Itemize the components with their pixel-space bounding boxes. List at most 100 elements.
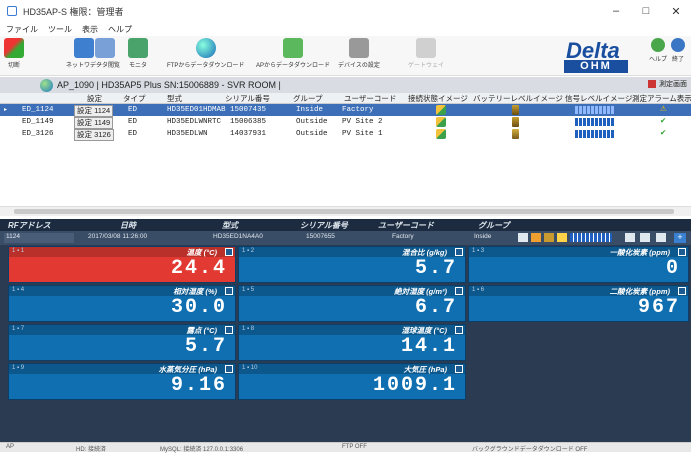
expand-icon[interactable] bbox=[455, 248, 463, 256]
tile-temperature[interactable]: 1 ▪ 1 温度 (°C) 24.4 bbox=[8, 246, 236, 283]
battery-icon bbox=[512, 129, 519, 139]
tile-mixing-ratio[interactable]: 1 ▪ 2 混合比 (g/kg) 5.7 bbox=[238, 246, 466, 283]
empty-tile-slot bbox=[468, 324, 689, 361]
window-controls: – □ ✕ bbox=[601, 0, 691, 22]
battery-icon bbox=[512, 105, 519, 115]
tile-atmospheric-pressure[interactable]: 1 ▪ 10 大気圧 (hPa) 1009.1 bbox=[238, 363, 466, 400]
chart-view-icon[interactable] bbox=[656, 233, 666, 242]
channel-icon bbox=[648, 80, 656, 88]
help-icon bbox=[651, 38, 665, 52]
status-ftp: FTP OFF bbox=[342, 444, 367, 450]
gateway-icon bbox=[416, 38, 436, 58]
expand-icon[interactable] bbox=[225, 248, 233, 256]
title-bar: HD35AP-S 権限：管理者 – □ ✕ bbox=[0, 0, 691, 22]
menu-view[interactable]: 表示 bbox=[82, 24, 98, 35]
connection-icon bbox=[436, 105, 446, 115]
ap-download-button[interactable]: APからデータダウンロード bbox=[256, 38, 330, 69]
table-row[interactable]: ED_3126 設定 3126 ED HD35EDLWN 14037931 Ou… bbox=[0, 128, 691, 141]
expand-icon[interactable] bbox=[678, 287, 686, 295]
list-view-icon[interactable] bbox=[625, 233, 635, 242]
ap-download-icon bbox=[283, 38, 303, 58]
col-serial[interactable]: シリアル番号 bbox=[225, 93, 270, 104]
menu-help[interactable]: ヘルプ bbox=[108, 24, 132, 35]
filter-icon[interactable] bbox=[518, 233, 528, 242]
device-settings-button[interactable]: デバイスの設定 bbox=[338, 38, 380, 69]
col-group[interactable]: グループ bbox=[293, 93, 323, 104]
tile-carbon-dioxide[interactable]: 1 ▪ 6 二酸化炭素 (ppm) 967 bbox=[468, 285, 689, 322]
battery-status-icon[interactable] bbox=[544, 233, 554, 242]
tile-vapor-pressure[interactable]: 1 ▪ 9 水蒸気分圧 (hPa) 9.16 bbox=[8, 363, 236, 400]
col-connection[interactable]: 接続状態イメージ bbox=[408, 93, 468, 104]
col-user-code[interactable]: ユーザーコード bbox=[344, 93, 396, 104]
disconnect-button[interactable]: 切断 bbox=[4, 38, 24, 69]
expand-icon[interactable] bbox=[225, 326, 233, 334]
expand-icon[interactable] bbox=[225, 365, 233, 373]
panel-filler bbox=[0, 403, 691, 442]
app-icon bbox=[7, 6, 17, 16]
close-button[interactable]: ✕ bbox=[661, 0, 691, 22]
device-table-header: 設定 タイプ 型式 シリアル番号 グループ ユーザーコード 接続状態イメージ バ… bbox=[0, 93, 691, 104]
tile-carbon-monoxide[interactable]: 1 ▪ 3 一酸化炭素 (ppm) 0 bbox=[468, 246, 689, 283]
measurement-screen-button[interactable]: 測定画面 bbox=[648, 79, 687, 89]
col-type[interactable]: タイプ bbox=[123, 93, 146, 104]
expand-icon[interactable] bbox=[455, 365, 463, 373]
tile-dew-point[interactable]: 1 ▪ 7 露点 (°C) 5.7 bbox=[8, 324, 236, 361]
globe-icon bbox=[195, 38, 216, 58]
window-title: HD35AP-S 権限：管理者 bbox=[23, 6, 124, 17]
monitor-icon bbox=[128, 38, 148, 58]
expand-icon[interactable] bbox=[455, 326, 463, 334]
delta-ohm-logo: Delta OHM bbox=[560, 38, 634, 74]
menu-tools[interactable]: ツール bbox=[48, 24, 72, 35]
table-row[interactable]: ED_1149 設定 1149 ED HD35EDLWNRTC 15006385… bbox=[0, 116, 691, 129]
data-view-icon bbox=[95, 38, 115, 58]
minimize-button[interactable]: – bbox=[601, 0, 631, 22]
monitor-button[interactable]: モニタ bbox=[128, 38, 148, 69]
menu-bar: ファイル ツール 表示 ヘルプ bbox=[0, 22, 691, 36]
col-battery[interactable]: バッテリーレベルイメージ bbox=[473, 93, 563, 104]
connection-status-icon[interactable] bbox=[531, 233, 541, 242]
empty-tile-slot bbox=[468, 363, 689, 400]
table-horizontal-scrollbar[interactable] bbox=[0, 206, 691, 216]
maximize-button[interactable]: □ bbox=[631, 0, 661, 22]
help-button[interactable]: ヘルプ bbox=[649, 38, 667, 63]
col-model[interactable]: 型式 bbox=[167, 93, 182, 104]
expand-icon[interactable] bbox=[225, 287, 233, 295]
expand-icon[interactable] bbox=[455, 287, 463, 295]
status-ap: AP bbox=[6, 444, 15, 450]
add-icon[interactable]: + bbox=[674, 233, 686, 243]
globe-icon bbox=[40, 78, 53, 92]
alarm-ok-icon: ✔ bbox=[660, 116, 667, 125]
tile-relative-humidity[interactable]: 1 ▪ 4 相対湿度 (%) 30.0 bbox=[8, 285, 236, 322]
signal-icon bbox=[575, 106, 615, 114]
table-row[interactable]: ▸ ED_1124 設定 1124 ED HD35ED01HDMAB 15007… bbox=[0, 104, 691, 117]
menu-file[interactable]: ファイル bbox=[6, 24, 38, 35]
measurement-panel: RFアドレス 日時 型式 シリアル番号 ユーザーコード グループ 1124 20… bbox=[0, 219, 691, 442]
status-bar: AP HD: 接続済 MySQL: 接続済 127.0.0.1:3306 FTP… bbox=[0, 442, 691, 453]
gateway-button[interactable]: ゲートウェイ bbox=[408, 38, 444, 69]
grid-view-icon[interactable] bbox=[640, 233, 650, 242]
connection-icon bbox=[436, 129, 446, 139]
battery-icon bbox=[512, 117, 519, 127]
expand-icon[interactable] bbox=[678, 248, 686, 256]
warning-status-icon[interactable] bbox=[557, 233, 567, 242]
tile-absolute-humidity[interactable]: 1 ▪ 5 絶対湿度 (g/m³) 6.7 bbox=[238, 285, 466, 322]
access-point-bar: AP_1090 | HD35AP5 Plus SN:15006889 - SVR… bbox=[0, 77, 691, 93]
rf-address-select[interactable]: 1124 bbox=[4, 233, 74, 243]
alarm-ok-icon: ✔ bbox=[660, 128, 667, 137]
data-view-button[interactable]: データ閲覧 bbox=[90, 38, 120, 69]
ftp-download-button[interactable]: FTPからデータダウンロード bbox=[167, 38, 244, 69]
col-signal[interactable]: 信号レベルイメージ bbox=[565, 93, 632, 104]
row-selected-arrow: ▸ bbox=[4, 107, 8, 113]
exit-button[interactable]: 終了 bbox=[671, 38, 685, 63]
col-alarm[interactable]: 測定アラーム表示 bbox=[632, 93, 691, 104]
settings-button[interactable]: 設定 3126 bbox=[74, 129, 114, 141]
signal-icon bbox=[575, 118, 615, 126]
exit-icon bbox=[671, 38, 685, 52]
alarm-warning-icon: ⚠ bbox=[660, 104, 667, 113]
connection-icon bbox=[436, 117, 446, 127]
scrollbar-thumb[interactable] bbox=[14, 209, 674, 214]
disconnect-icon bbox=[4, 38, 24, 58]
signal-icon bbox=[575, 130, 615, 138]
col-settings[interactable]: 設定 bbox=[87, 93, 102, 104]
tile-wet-bulb[interactable]: 1 ▪ 8 湿球温度 (°C) 14.1 bbox=[238, 324, 466, 361]
